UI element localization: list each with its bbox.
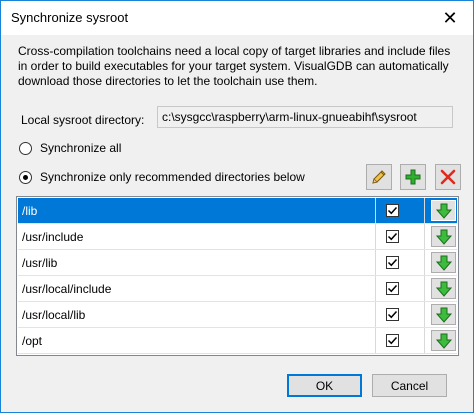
download-arrow-icon xyxy=(435,307,452,323)
download-directory-button[interactable] xyxy=(431,226,456,247)
directory-row[interactable]: /usr/local/lib xyxy=(18,302,457,328)
directory-row[interactable]: /usr/lib xyxy=(18,250,457,276)
download-arrow-icon xyxy=(435,255,452,271)
directory-path: /usr/include xyxy=(22,230,84,244)
synchronize-recommended-option[interactable]: Synchronize only recommended directories… xyxy=(19,170,305,184)
ok-button[interactable]: OK xyxy=(287,374,362,397)
directory-checkbox[interactable] xyxy=(386,308,399,321)
column-divider xyxy=(375,198,376,224)
window-title: Synchronize sysroot xyxy=(11,10,129,25)
directory-checkbox[interactable] xyxy=(386,282,399,295)
description-text: Cross-compilation toolchains need a loca… xyxy=(18,44,451,88)
sysroot-label: Local sysroot directory: xyxy=(21,113,145,127)
directory-row[interactable]: /usr/local/include xyxy=(18,276,457,302)
close-icon: ✕ xyxy=(442,7,458,28)
directory-list[interactable]: /lib/usr/include/usr/lib/usr/local/inclu… xyxy=(16,196,459,356)
checkmark-icon xyxy=(387,206,398,215)
synchronize-all-option[interactable]: Synchronize all xyxy=(19,141,121,155)
pencil-icon xyxy=(372,170,386,184)
close-button[interactable]: ✕ xyxy=(427,1,473,35)
download-directory-button[interactable] xyxy=(431,278,456,299)
remove-directory-button[interactable] xyxy=(435,164,461,190)
column-divider xyxy=(375,276,376,302)
edit-directory-button[interactable] xyxy=(366,164,392,190)
checkmark-icon xyxy=(387,284,398,293)
sysroot-directory-field[interactable]: c:\sysgcc\raspberry\arm-linux-gnueabihf\… xyxy=(157,106,453,128)
title-bar[interactable]: Synchronize sysroot ✕ xyxy=(1,1,473,35)
column-divider xyxy=(424,328,425,354)
directory-path: /opt xyxy=(22,334,43,348)
cancel-button[interactable]: Cancel xyxy=(372,374,447,397)
add-directory-button[interactable] xyxy=(400,164,426,190)
directory-path: /lib xyxy=(22,204,38,218)
synchronize-recommended-radio[interactable] xyxy=(19,170,32,184)
checkmark-icon xyxy=(387,336,398,345)
x-icon xyxy=(440,169,456,185)
download-directory-button[interactable] xyxy=(431,252,456,273)
column-divider xyxy=(424,302,425,328)
directory-path: /usr/local/include xyxy=(22,282,112,296)
column-divider xyxy=(375,328,376,354)
column-divider xyxy=(375,250,376,276)
column-divider xyxy=(375,302,376,328)
directory-path: /usr/local/lib xyxy=(22,308,86,322)
synchronize-all-radio[interactable] xyxy=(19,141,32,155)
checkmark-icon xyxy=(387,232,398,241)
directory-checkbox[interactable] xyxy=(386,230,399,243)
column-divider xyxy=(424,198,425,224)
column-divider xyxy=(424,224,425,250)
directory-checkbox[interactable] xyxy=(386,256,399,269)
directory-path: /usr/lib xyxy=(22,256,58,270)
column-divider xyxy=(424,250,425,276)
directory-row[interactable]: /opt xyxy=(18,328,457,354)
download-arrow-icon xyxy=(435,229,452,245)
dialog-window: Synchronize sysroot ✕ Cross-compilation … xyxy=(0,0,474,413)
download-arrow-icon xyxy=(435,333,452,349)
checkmark-icon xyxy=(387,258,398,267)
plus-icon xyxy=(405,169,421,185)
directory-checkbox[interactable] xyxy=(386,204,399,217)
column-divider xyxy=(375,224,376,250)
directory-row[interactable]: /usr/include xyxy=(18,224,457,250)
download-directory-button[interactable] xyxy=(431,330,456,351)
download-arrow-icon xyxy=(435,281,452,297)
synchronize-recommended-label: Synchronize only recommended directories… xyxy=(40,170,305,184)
directory-checkbox[interactable] xyxy=(386,334,399,347)
directory-row[interactable]: /lib xyxy=(18,198,457,224)
download-directory-button[interactable] xyxy=(431,304,456,325)
synchronize-all-label: Synchronize all xyxy=(40,141,122,155)
download-arrow-icon xyxy=(435,203,452,219)
download-directory-button[interactable] xyxy=(431,200,456,221)
column-divider xyxy=(424,276,425,302)
row-separator xyxy=(18,353,457,354)
checkmark-icon xyxy=(387,310,398,319)
